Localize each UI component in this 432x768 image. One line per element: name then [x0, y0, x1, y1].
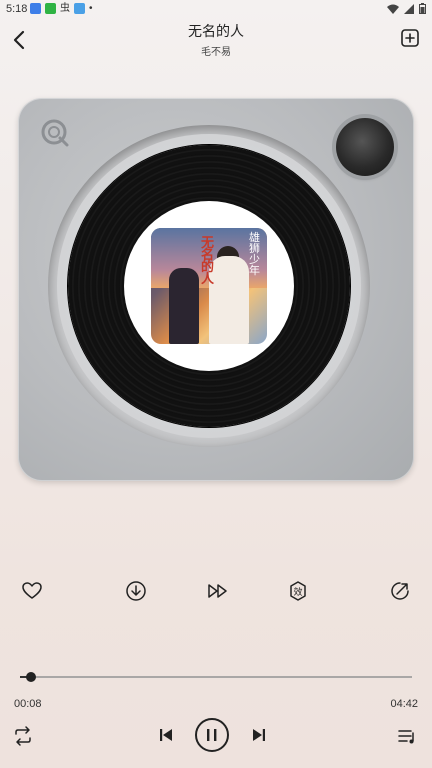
wifi-icon [387, 4, 399, 14]
action-bar: 效 [0, 580, 432, 604]
status-time: 5:18 [6, 3, 28, 15]
cover-figure [169, 268, 199, 344]
total-time: 04:42 [390, 698, 418, 710]
progress-track[interactable] [20, 672, 412, 682]
skip-next-icon[interactable] [251, 727, 267, 743]
sound-effect-icon[interactable]: 效 [287, 580, 309, 602]
app-green-icon [45, 3, 56, 14]
bug-icon: 虫 [60, 3, 70, 14]
player-header: 无名的人 毛不易 [0, 18, 432, 64]
cover-title: 无名的人 [201, 236, 215, 287]
song-title: 无名的人 [188, 23, 244, 39]
battery-icon [419, 3, 426, 14]
signal-icon [404, 3, 414, 14]
add-square-icon[interactable] [400, 28, 420, 48]
progress-thumb[interactable] [25, 672, 36, 682]
qq-music-logo-icon [41, 119, 69, 147]
playlist-icon[interactable] [397, 726, 417, 746]
download-icon[interactable] [125, 580, 147, 602]
playback-controls [0, 718, 432, 754]
heart-icon[interactable] [21, 580, 43, 602]
vinyl-player: 无名的人 雄狮少年 [18, 98, 414, 481]
artist-name[interactable]: 毛不易 [0, 43, 432, 58]
skip-previous-icon[interactable] [158, 727, 174, 743]
record-well: 无名的人 雄狮少年 [48, 125, 370, 447]
dot-icon: • [89, 3, 93, 14]
player-knob [336, 118, 394, 176]
svg-text:效: 效 [293, 586, 302, 598]
fast-forward-icon[interactable] [207, 580, 229, 602]
cover-side-text: 雄狮少年 [249, 231, 260, 277]
vinyl-record[interactable]: 无名的人 雄狮少年 [68, 145, 350, 427]
share-icon[interactable] [389, 580, 411, 602]
status-app-icons: 虫 • [30, 3, 93, 14]
record-label: 无名的人 雄狮少年 [124, 201, 294, 371]
status-bar: 5:18 虫 • [0, 0, 432, 18]
album-cover: 无名的人 雄狮少年 [151, 228, 267, 344]
status-system-icons [387, 3, 426, 14]
app-blue-icon [74, 3, 85, 14]
pause-button[interactable] [195, 718, 229, 752]
current-time: 00:08 [14, 698, 42, 710]
repeat-icon[interactable] [12, 725, 34, 747]
mail-icon [30, 3, 41, 14]
pause-icon [207, 729, 217, 741]
